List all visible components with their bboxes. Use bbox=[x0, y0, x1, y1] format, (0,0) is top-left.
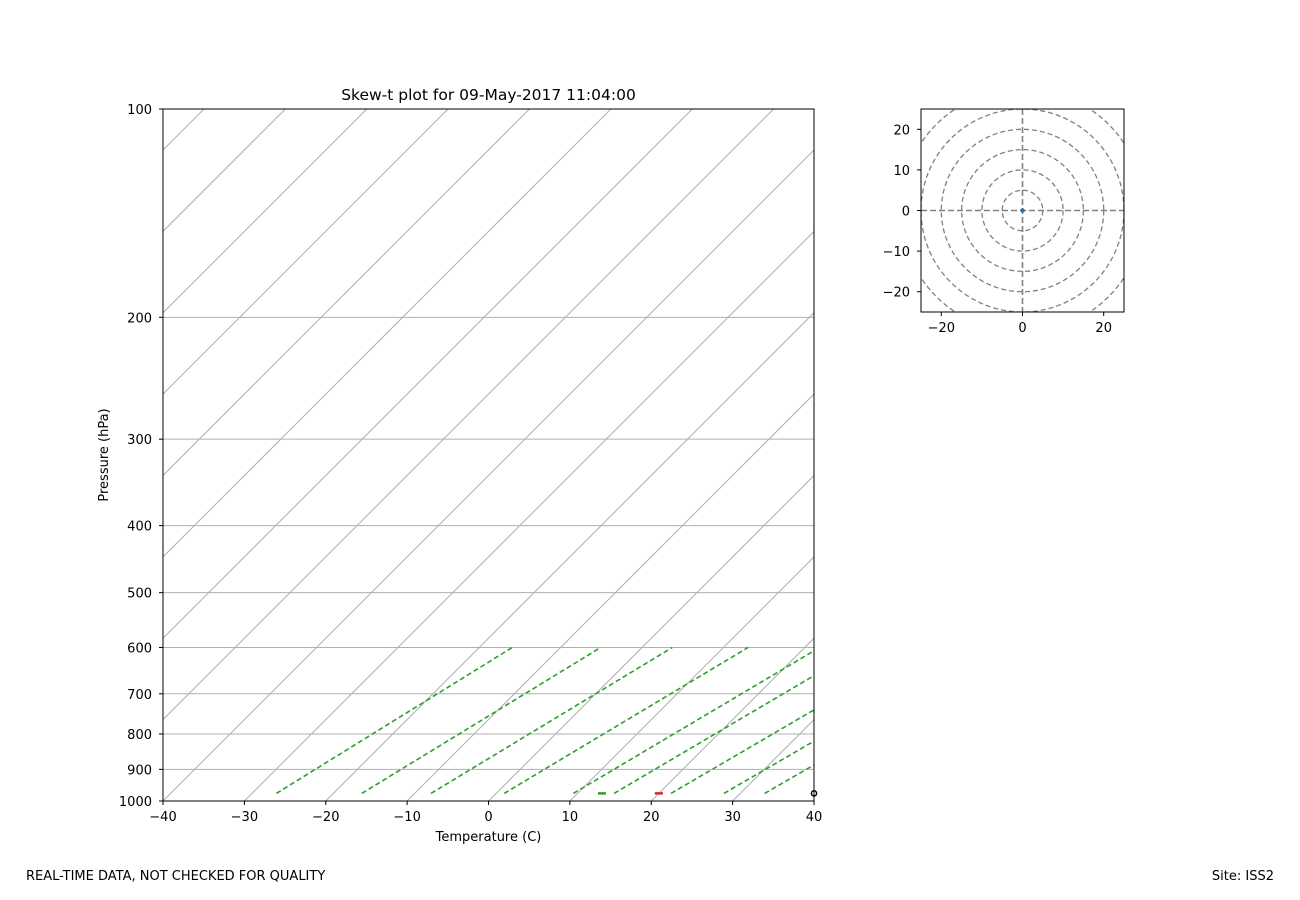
y-tick-label: 900 bbox=[127, 763, 152, 778]
isotherm-line bbox=[569, 556, 814, 801]
y-tick-label: 400 bbox=[127, 520, 152, 535]
chart-title: Skew-t plot for 09-May-2017 11:04:00 bbox=[341, 86, 636, 104]
isotherm-line bbox=[488, 474, 814, 801]
x-tick-label: −30 bbox=[231, 810, 258, 825]
y-tick-label: 600 bbox=[127, 641, 152, 656]
y-tick-label: 1000 bbox=[119, 795, 152, 810]
mixing-ratio-line bbox=[361, 646, 602, 795]
mixing-ratio-line bbox=[764, 763, 814, 795]
figure-canvas: −40 −30 −20 −10 0 10 20 30 40 1000 900 800 700 600 500… bbox=[0, 0, 1300, 900]
isotherm-line bbox=[406, 393, 814, 801]
isotherm-line bbox=[325, 312, 814, 801]
y-tick-label: 300 bbox=[127, 433, 152, 448]
hodograph-plot-area bbox=[921, 109, 1124, 312]
hodograph-y-tick-label: 0 bbox=[902, 205, 910, 220]
hodograph-x-tick-label: 0 bbox=[1018, 321, 1026, 336]
isotherm-line bbox=[0, 109, 41, 801]
skewt-axes-frame bbox=[162, 108, 815, 802]
y-tick-label: 500 bbox=[127, 587, 152, 602]
x-tick-label: −40 bbox=[149, 810, 176, 825]
y-tick-label: 700 bbox=[127, 688, 152, 703]
hodograph-y-tick-label: 10 bbox=[893, 164, 910, 179]
mixing-ratio-line bbox=[275, 646, 513, 795]
skewt-chart: −40 −30 −20 −10 0 10 20 30 401000900800700600500… bbox=[0, 86, 1125, 845]
hodograph-y-tick-label: 20 bbox=[893, 123, 910, 138]
x-tick-label: 20 bbox=[643, 810, 660, 825]
hodograph-y-tick-label: −20 bbox=[883, 286, 910, 301]
mixing-ratio-line bbox=[503, 646, 749, 795]
mixing-ratio-line bbox=[826, 647, 1081, 793]
isotherm-line bbox=[163, 149, 814, 801]
x-tick-label: 10 bbox=[562, 810, 579, 825]
isotherm-line bbox=[163, 109, 774, 721]
hodograph-x-tick-label: −20 bbox=[928, 321, 955, 336]
x-tick-label: 0 bbox=[484, 810, 492, 825]
isotherm-line bbox=[732, 718, 814, 801]
y-axis-label: Pressure (hPa) bbox=[97, 408, 112, 501]
x-axis-label: Temperature (C) bbox=[435, 830, 542, 845]
skewt-plot-area bbox=[0, 109, 1081, 801]
hodograph-y-tick-label: −10 bbox=[883, 245, 910, 260]
y-tick-label: 800 bbox=[127, 728, 152, 743]
hodograph-point bbox=[1020, 208, 1025, 213]
x-tick-label: 40 bbox=[806, 810, 823, 825]
x-tick-label: −10 bbox=[393, 810, 420, 825]
y-tick-label: 200 bbox=[127, 311, 152, 326]
isotherm-line bbox=[813, 800, 814, 801]
mixing-ratio-line bbox=[670, 708, 814, 795]
site-label: Site: ISS2 bbox=[1211, 869, 1274, 884]
mixing-ratio-line bbox=[613, 674, 814, 795]
x-tick-label: −20 bbox=[312, 810, 339, 825]
quality-disclaimer: REAL-TIME DATA, NOT CHECKED FOR QUALITY bbox=[26, 869, 326, 884]
mixing-ratio-line bbox=[430, 646, 673, 795]
mixing-ratio-line bbox=[573, 649, 814, 795]
y-tick-label: 100 bbox=[127, 103, 152, 118]
mixing-ratio-line bbox=[723, 740, 814, 795]
isotherm-line bbox=[650, 637, 814, 801]
isotherm-line bbox=[163, 109, 449, 395]
x-tick-label: 30 bbox=[724, 810, 741, 825]
hodograph-x-tick-label: 20 bbox=[1095, 321, 1112, 336]
